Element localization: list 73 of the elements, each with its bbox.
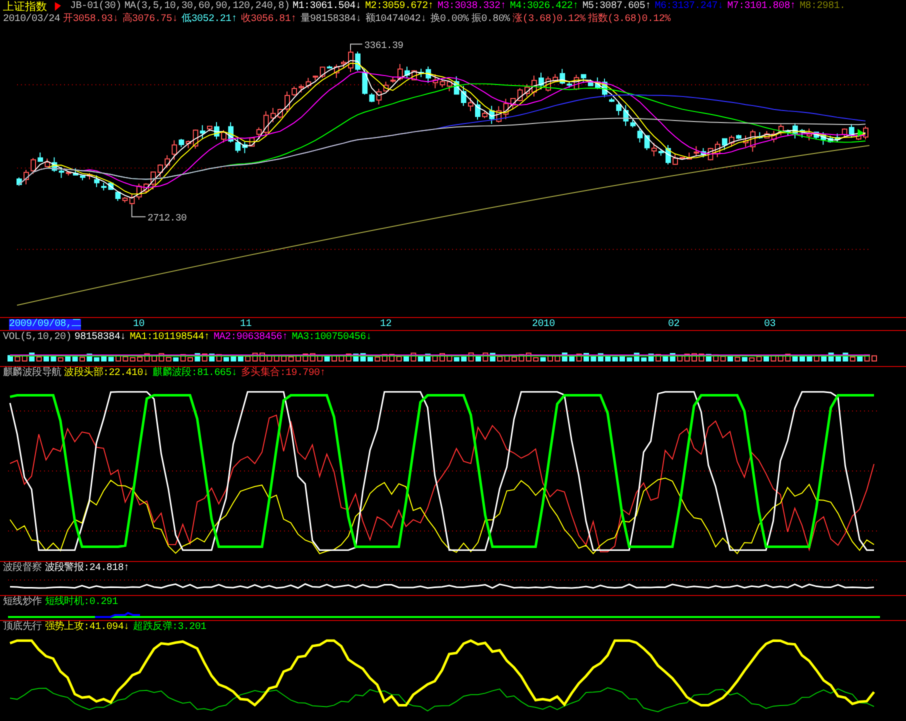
triangle-marker-icon xyxy=(858,128,864,137)
trend-arrow: ↑ xyxy=(204,332,210,344)
trend-arrow: ↑ xyxy=(124,563,130,575)
legend-value: 98158384 xyxy=(74,332,120,344)
legend-value: 开3058.93 xyxy=(63,14,113,26)
legend-value: 超跌反弹:3.201 xyxy=(133,622,206,634)
low-price-label: 2712.30 xyxy=(148,212,187,224)
trend-arrow: ↓ xyxy=(142,368,149,380)
legend-value: M4:3026.422 xyxy=(510,0,573,12)
trend-arrow: ↓ xyxy=(355,0,362,12)
quote-date: 2010/03/24 xyxy=(3,14,60,26)
legend-value: M6:3137.247 xyxy=(654,0,718,12)
axis-label: 03 xyxy=(764,319,776,330)
triangle-flag-icon[interactable] xyxy=(54,2,61,11)
trend-arrow: ↓ xyxy=(172,14,178,26)
axis-label: 11 xyxy=(240,319,252,330)
legend-value: M1:3061.504 xyxy=(292,0,356,12)
cursor-date: 2009/09/08,二 xyxy=(9,319,82,330)
trend-arrow: ↓ xyxy=(231,368,238,380)
trend-arrow: ↑ xyxy=(428,0,434,12)
trend-arrow: ↑ xyxy=(320,368,326,380)
trend-arrow: ↓ xyxy=(356,14,362,26)
legend-value: JB-01(30) xyxy=(70,0,122,12)
legend-value: 波段头部:22.410 xyxy=(64,368,143,380)
legend-value: 换0.00% xyxy=(430,14,469,26)
leader-line xyxy=(350,44,363,51)
leader-line xyxy=(131,204,146,218)
legend-value: MA3:100750456 xyxy=(292,332,366,344)
trend-arrow: ↑ xyxy=(282,332,288,344)
trend-arrow: ↑ xyxy=(790,0,796,12)
legend-value: 高3076.75 xyxy=(122,14,172,26)
trend-arrow: ↓ xyxy=(112,14,118,26)
indicator-title: 顶底先行 xyxy=(3,622,42,634)
legend-value: MA2:90638456 xyxy=(214,332,282,344)
legend-value: M7:3101.808 xyxy=(727,0,790,12)
trend-arrow: ↑ xyxy=(500,0,506,12)
trend-arrow: ↓ xyxy=(124,622,130,634)
trend-arrow: ↓ xyxy=(420,14,426,26)
indicator-title: 麒麟波段导航 xyxy=(3,368,62,380)
axis-label: 12 xyxy=(380,319,392,330)
volume-title: VOL(5,10,20) xyxy=(3,332,72,344)
axis-label: 02 xyxy=(668,319,680,330)
trend-arrow: ↑ xyxy=(290,14,296,26)
trend-arrow: ↓ xyxy=(366,332,372,344)
legend-value: M2:3059.672 xyxy=(365,0,428,12)
axis-label: 2010 xyxy=(532,319,555,330)
legend-value: MA(3,5,10,30,60,90,120,240,8) xyxy=(124,0,290,12)
legend-value: 波段警报:24.818 xyxy=(44,563,124,575)
legend-value: 收3056.81 xyxy=(240,14,291,26)
legend-value: 低3052.21 xyxy=(182,14,232,26)
legend-value: MA1:101198544 xyxy=(130,332,204,344)
index-title: 上证指数 xyxy=(3,0,48,13)
legend-value: M3:3038.332 xyxy=(438,0,500,12)
trend-arrow: ↑ xyxy=(645,0,651,12)
legend-value: 量98158384 xyxy=(300,14,356,26)
legend-value: 多头集合:19.790 xyxy=(241,368,320,380)
legend-value: 强势上攻:41.094 xyxy=(44,622,124,634)
legend-value: 涨(3.68)0.12% xyxy=(512,14,586,26)
legend-value: 振0.80% xyxy=(472,14,510,26)
legend-value: 额10474042 xyxy=(365,14,421,26)
legend-value: 短线时机:0.291 xyxy=(44,597,118,609)
trend-arrow: ↓ xyxy=(717,0,724,12)
indicator-title: 短线炒作 xyxy=(3,597,42,609)
high-price-label: 3361.39 xyxy=(364,40,404,52)
indicator-title: 波段督察 xyxy=(3,563,42,575)
legend-value: 麒麟波段:81.665 xyxy=(152,368,232,380)
trend-arrow: ↑ xyxy=(231,14,237,26)
trend-arrow: ↑ xyxy=(572,0,578,12)
legend-value: M8:2981. xyxy=(800,0,846,12)
axis-label: 10 xyxy=(133,319,144,330)
trend-arrow: ↓ xyxy=(120,332,126,344)
legend-value: M5:3087.605 xyxy=(582,0,646,12)
legend-value: 指数(3.68)0.12% xyxy=(588,14,670,26)
